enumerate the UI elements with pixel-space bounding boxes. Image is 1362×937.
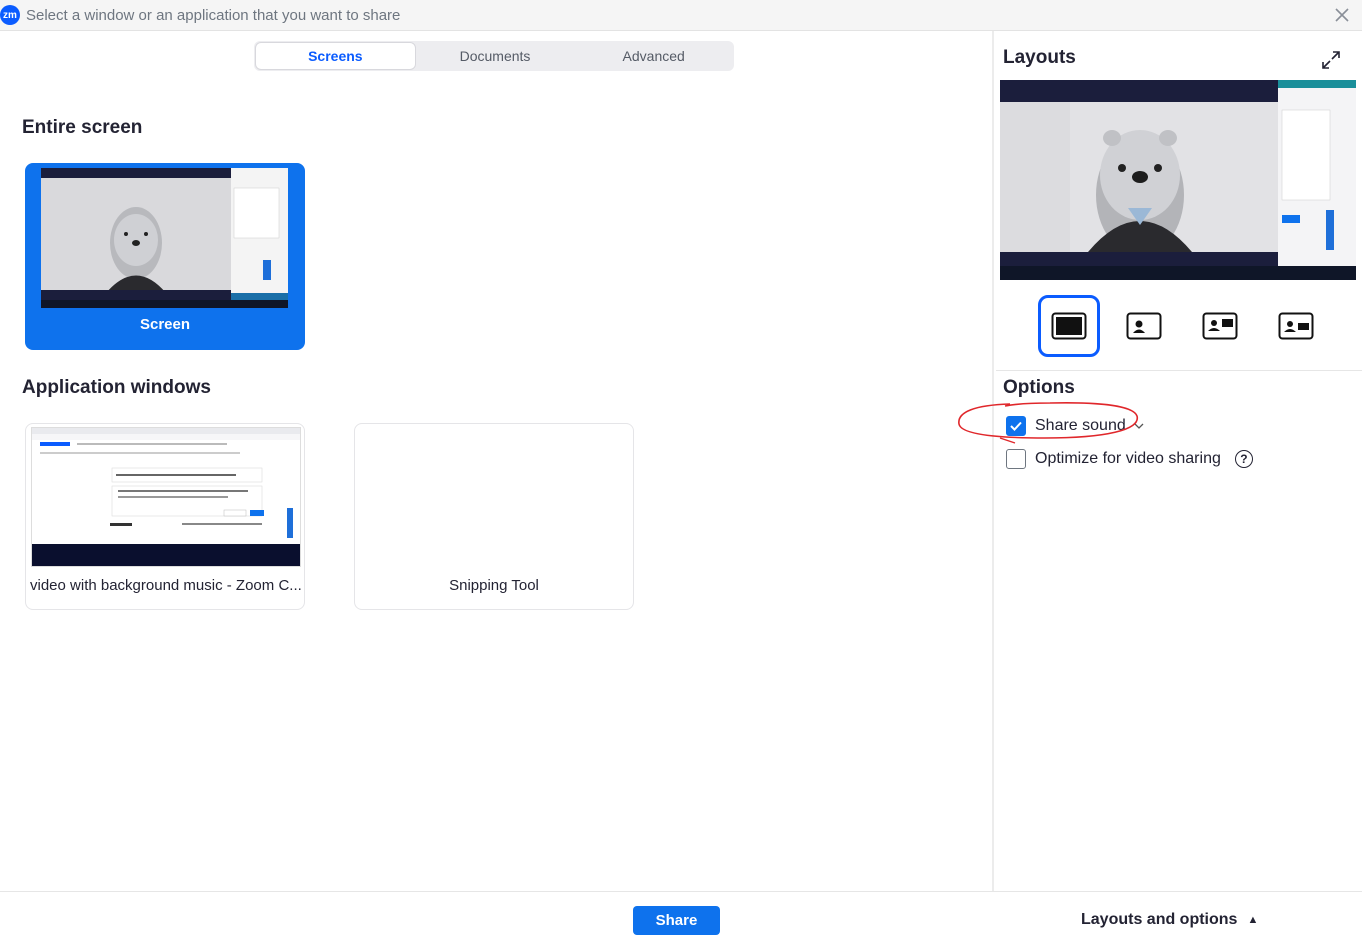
layout-content-only-button[interactable] xyxy=(1038,295,1100,357)
help-icon[interactable]: ? xyxy=(1234,450,1253,468)
app-window-label: video with background music - Zoom C... xyxy=(30,577,302,594)
share-button[interactable]: Share xyxy=(633,906,720,935)
options-heading: Options xyxy=(1003,377,1075,398)
content-person-icon xyxy=(1126,312,1162,340)
share-sound-checkbox[interactable] xyxy=(1006,416,1026,436)
layouts-and-options-toggle[interactable]: Layouts and options ▲ xyxy=(1081,911,1258,929)
content-person-center-icon xyxy=(1278,312,1314,340)
pane-divider xyxy=(992,31,994,891)
app-window-card-snipping-tool[interactable]: Snipping Tool xyxy=(354,423,634,610)
caret-up-icon: ▲ xyxy=(1247,914,1259,926)
layout-content-person-left-button[interactable] xyxy=(1113,295,1175,357)
screen-card-label: Screen xyxy=(139,316,191,333)
content-only-icon xyxy=(1051,312,1087,340)
share-sound-label: Share sound xyxy=(1035,417,1126,434)
optimize-video-option[interactable]: Optimize for video sharing ? xyxy=(1006,449,1253,469)
tab-screens[interactable]: Screens xyxy=(255,42,416,70)
tab-documents[interactable]: Documents xyxy=(416,42,575,70)
entire-screen-heading: Entire screen xyxy=(22,117,143,138)
window-title: Select a window or an application that y… xyxy=(26,6,401,24)
tab-advanced[interactable]: Advanced xyxy=(574,42,733,70)
optimize-video-checkbox[interactable] xyxy=(1006,449,1026,469)
layouts-divider xyxy=(996,370,1362,371)
application-windows-heading: Application windows xyxy=(22,377,211,398)
footer-divider xyxy=(0,891,1362,892)
zoom-logo-icon: zm xyxy=(0,5,20,25)
source-tabs: Screens Documents Advanced xyxy=(254,41,734,71)
close-icon[interactable] xyxy=(1332,5,1352,25)
chevron-down-icon[interactable] xyxy=(1134,422,1144,430)
layouts-and-options-label: Layouts and options xyxy=(1081,911,1238,928)
share-sound-option[interactable]: Share sound xyxy=(1006,416,1144,436)
layout-preview xyxy=(1000,80,1356,280)
layouts-heading: Layouts xyxy=(1003,47,1076,68)
app-window-thumbnail xyxy=(31,427,301,567)
layout-content-person-center-button[interactable] xyxy=(1265,295,1327,357)
app-window-card-zoom[interactable]: video with background music - Zoom C... xyxy=(25,423,305,610)
screen-share-card[interactable]: Screen xyxy=(25,163,305,350)
checkmark-icon xyxy=(1010,421,1022,431)
content-person-right-icon xyxy=(1202,312,1238,340)
screen-thumbnail xyxy=(41,168,288,308)
layout-content-person-right-button[interactable] xyxy=(1189,295,1251,357)
app-window-label: Snipping Tool xyxy=(449,577,539,594)
optimize-video-label: Optimize for video sharing xyxy=(1035,450,1221,467)
title-bar: zm Select a window or an application tha… xyxy=(0,0,1362,31)
expand-icon[interactable] xyxy=(1320,49,1342,71)
